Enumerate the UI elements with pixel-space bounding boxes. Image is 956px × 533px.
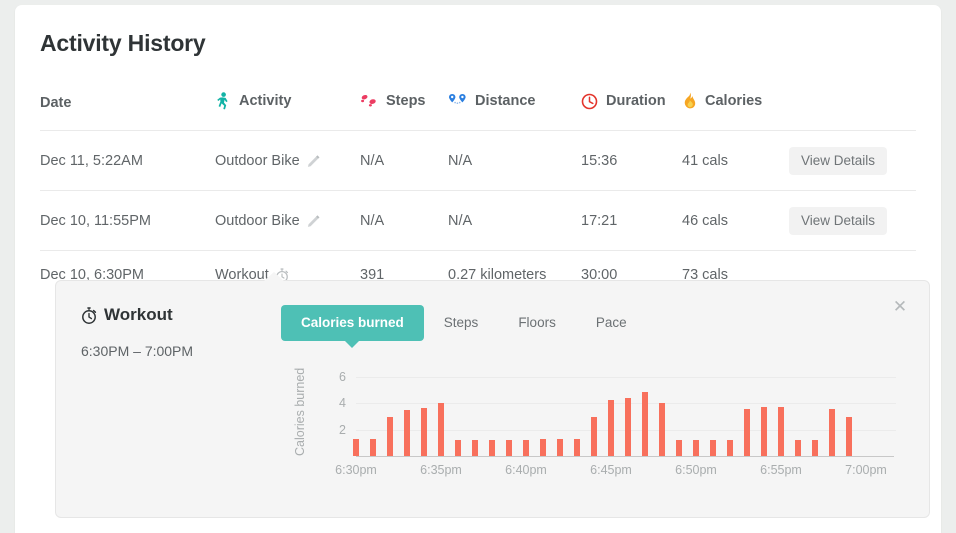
chart-bar[interactable]	[829, 408, 835, 456]
chart-bar[interactable]	[387, 416, 393, 456]
cell-activity: Outdoor Bike	[215, 190, 360, 251]
chart-bar[interactable]	[608, 400, 614, 456]
table-row[interactable]: Dec 11, 5:22AM Outdoor Bike N/A N/A 15:36 41 …	[40, 130, 916, 191]
chart-bar[interactable]	[438, 402, 444, 456]
activity-history-card: Activity History Date Activity Steps Dis…	[15, 5, 941, 533]
table-header: Date Activity Steps Distance Duration Ca…	[40, 92, 916, 131]
detail-tabs: Calories burned Steps Floors Pace	[281, 305, 647, 348]
activity-history-table: Date Activity Steps Distance Duration Ca…	[40, 92, 916, 298]
chart-bar[interactable]	[761, 407, 767, 456]
chart-x-tick: 6:45pm	[590, 463, 632, 477]
clock-icon	[581, 93, 598, 110]
chart-bar[interactable]	[574, 438, 580, 456]
cell-date: Dec 10, 11:55PM	[40, 190, 215, 251]
close-icon[interactable]: ✕	[887, 294, 913, 320]
chart-bar[interactable]	[727, 439, 733, 456]
column-header-steps: Steps	[360, 92, 448, 131]
cell-action: View Details	[789, 190, 916, 251]
chart-bar[interactable]	[540, 438, 546, 456]
tab-pace[interactable]: Pace	[576, 305, 647, 341]
column-header-actions	[789, 92, 916, 131]
pencil-icon[interactable]	[306, 154, 321, 169]
chart-bar[interactable]	[489, 439, 495, 456]
column-header-activity: Activity	[215, 92, 360, 131]
column-header-calories-label: Calories	[705, 93, 763, 109]
tab-steps[interactable]: Steps	[424, 305, 499, 341]
chart-bar[interactable]	[744, 409, 750, 456]
column-header-duration: Duration	[581, 92, 682, 131]
pencil-icon[interactable]	[306, 214, 321, 229]
cell-distance: N/A	[448, 130, 581, 191]
chart-bar[interactable]	[795, 439, 801, 456]
chart-x-tick: 7:00pm	[845, 463, 887, 477]
chart-x-tick: 6:55pm	[760, 463, 802, 477]
chart-plot-area: 2 4 6 6:30pm 6:35pm 6:40pm 6:45pm 6:50pm 6:55pm 7…	[326, 359, 896, 494]
table-header-row: Date Activity Steps Distance Duration Ca…	[40, 92, 916, 131]
chart-bar[interactable]	[404, 410, 410, 456]
chart-x-tick: 6:35pm	[420, 463, 462, 477]
workout-chart: Calories burned 2 4 6 6:30pm 6:35pm 6:40pm 6:4…	[293, 359, 896, 494]
flame-icon	[682, 92, 697, 110]
footprints-icon	[360, 93, 378, 109]
panel-title-label: Workout	[104, 305, 173, 324]
panel-time-range: 6:30PM – 7:00PM	[81, 343, 194, 359]
view-details-button[interactable]: View Details	[789, 207, 888, 235]
chart-bar[interactable]	[659, 402, 665, 456]
view-details-button[interactable]: View Details	[789, 147, 888, 175]
map-pins-icon	[448, 93, 467, 109]
cell-duration: 17:21	[581, 190, 682, 251]
chart-bar[interactable]	[710, 439, 716, 456]
column-header-distance-label: Distance	[475, 93, 536, 109]
chart-x-tick: 6:40pm	[505, 463, 547, 477]
chart-y-axis-label: Calories burned	[293, 367, 307, 457]
column-header-date-label: Date	[40, 95, 72, 111]
chart-bar[interactable]	[472, 439, 478, 456]
chart-bar[interactable]	[625, 397, 631, 456]
chart-bar[interactable]	[676, 439, 682, 456]
chart-x-tick: 6:50pm	[675, 463, 717, 477]
tab-calories-burned[interactable]: Calories burned	[281, 305, 424, 348]
chart-bar[interactable]	[812, 439, 818, 456]
chart-bar[interactable]	[523, 439, 529, 456]
cell-steps: N/A	[360, 130, 448, 191]
stopwatch-icon	[81, 306, 97, 324]
panel-caret-icon	[264, 271, 284, 281]
column-header-date: Date	[40, 92, 215, 131]
cell-date: Dec 11, 5:22AM	[40, 130, 215, 191]
chart-bar[interactable]	[591, 416, 597, 456]
cell-activity: Outdoor Bike	[215, 130, 360, 191]
column-header-duration-label: Duration	[606, 93, 666, 109]
table-row[interactable]: Dec 10, 11:55PM Outdoor Bike N/A N/A 17:21 46…	[40, 190, 916, 251]
chart-bar[interactable]	[778, 407, 784, 456]
cell-duration: 15:36	[581, 130, 682, 191]
panel-title: Workout	[81, 305, 173, 325]
chart-bar[interactable]	[846, 416, 852, 456]
cell-action: View Details	[789, 130, 916, 191]
chart-bar[interactable]	[370, 438, 376, 456]
chart-bar[interactable]	[557, 438, 563, 456]
table-body: Dec 11, 5:22AM Outdoor Bike N/A N/A 15:36 41 …	[40, 130, 916, 298]
chart-bar[interactable]	[693, 439, 699, 456]
workout-detail-panel: Workout 6:30PM – 7:00PM ✕ Calories burne…	[55, 271, 930, 518]
cell-steps: N/A	[360, 190, 448, 251]
walking-person-icon	[215, 92, 231, 110]
column-header-steps-label: Steps	[386, 93, 426, 109]
page-title: Activity History	[40, 30, 206, 56]
cell-distance: N/A	[448, 190, 581, 251]
chart-bar[interactable]	[506, 439, 512, 456]
column-header-calories: Calories	[682, 92, 789, 131]
column-header-distance: Distance	[448, 92, 581, 131]
screen: Activity History Date Activity Steps Dis…	[0, 0, 956, 533]
cell-calories: 46 cals	[682, 190, 789, 251]
chart-bar[interactable]	[353, 438, 359, 456]
cell-calories: 41 cals	[682, 130, 789, 191]
chart-x-tick: 6:30pm	[335, 463, 377, 477]
chart-bar[interactable]	[642, 392, 648, 456]
column-header-activity-label: Activity	[239, 93, 292, 109]
chart-bar[interactable]	[421, 408, 427, 456]
chart-bar[interactable]	[455, 439, 461, 456]
tab-floors[interactable]: Floors	[498, 305, 576, 341]
